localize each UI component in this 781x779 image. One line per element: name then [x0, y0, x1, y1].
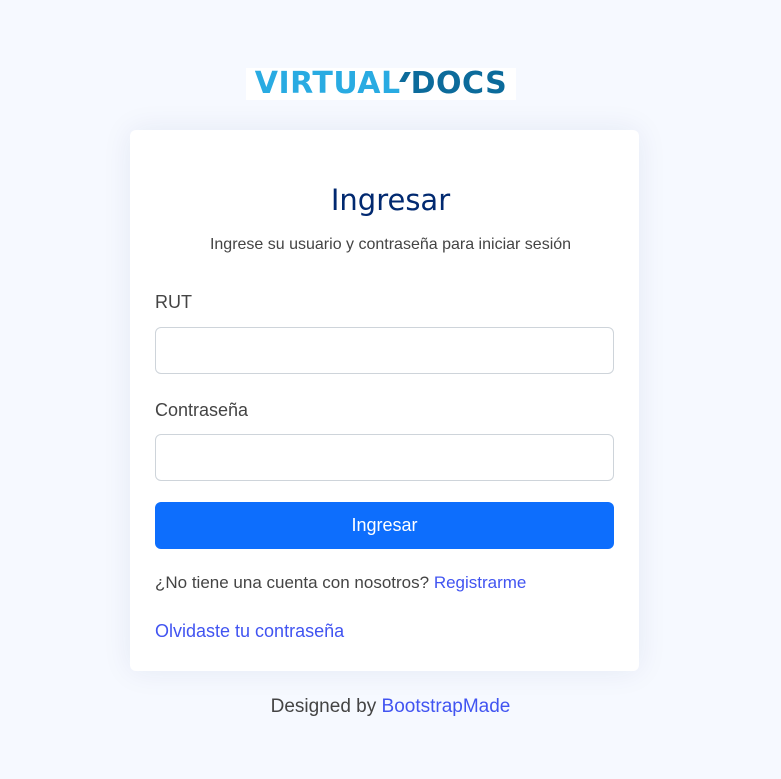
login-page: VIRTUAL DOCS Ingresar Ingrese su usuario… — [0, 0, 781, 779]
logo-text-virtual: VIRTUAL — [254, 66, 401, 101]
rut-label: RUT — [155, 292, 192, 312]
page-title: Ingresar — [330, 183, 451, 217]
designed-by-text: Designed by — [270, 696, 377, 717]
register-line: ¿No tiene una cuenta con nosotros? Regis… — [155, 573, 526, 593]
footer-credits: Designed by BootstrapMade — [0, 696, 781, 718]
password-input[interactable] — [155, 434, 614, 481]
logo-text-docs: DOCS — [410, 66, 508, 101]
rut-input[interactable] — [155, 327, 614, 374]
login-subtitle: Ingrese su usuario y contraseña para ini… — [209, 236, 572, 253]
password-label: Contraseña — [155, 400, 249, 420]
bootstrapmade-link[interactable]: BootstrapMade — [382, 696, 511, 717]
register-link[interactable]: Registrarme — [434, 573, 527, 592]
login-button[interactable]: Ingresar — [155, 502, 614, 549]
register-prompt: ¿No tiene una cuenta con nosotros? — [155, 573, 430, 592]
forgot-password-link[interactable]: Olvidaste tu contraseña — [155, 621, 344, 642]
virtualdocs-logo[interactable]: VIRTUAL DOCS — [246, 68, 516, 100]
